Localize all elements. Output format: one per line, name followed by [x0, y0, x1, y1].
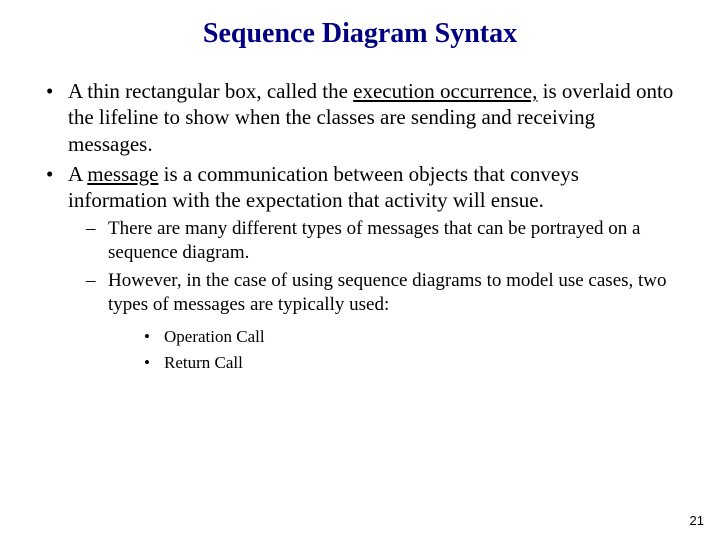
text-run: A — [68, 162, 87, 186]
text-run: A thin rectangular box, called the — [68, 79, 353, 103]
underlined-term: execution occurrence, — [353, 79, 537, 103]
list-item: A message is a communication between obj… — [40, 161, 680, 373]
slide-body: A thin rectangular box, called the execu… — [0, 78, 720, 373]
bullet-list-l2: There are many different types of messag… — [68, 217, 680, 373]
list-item: A thin rectangular box, called the execu… — [40, 78, 680, 157]
bullet-list-l3: Operation Call Return Call — [108, 326, 680, 373]
list-item: Return Call — [108, 352, 680, 373]
list-item: Operation Call — [108, 326, 680, 347]
underlined-term: message — [87, 162, 158, 186]
text-run: However, in the case of using sequence d… — [108, 270, 667, 315]
slide-title: Sequence Diagram Syntax — [0, 0, 720, 78]
bullet-list-l1: A thin rectangular box, called the execu… — [40, 78, 680, 373]
list-item: There are many different types of messag… — [68, 217, 680, 265]
page-number: 21 — [690, 513, 704, 528]
list-item: However, in the case of using sequence d… — [68, 269, 680, 373]
